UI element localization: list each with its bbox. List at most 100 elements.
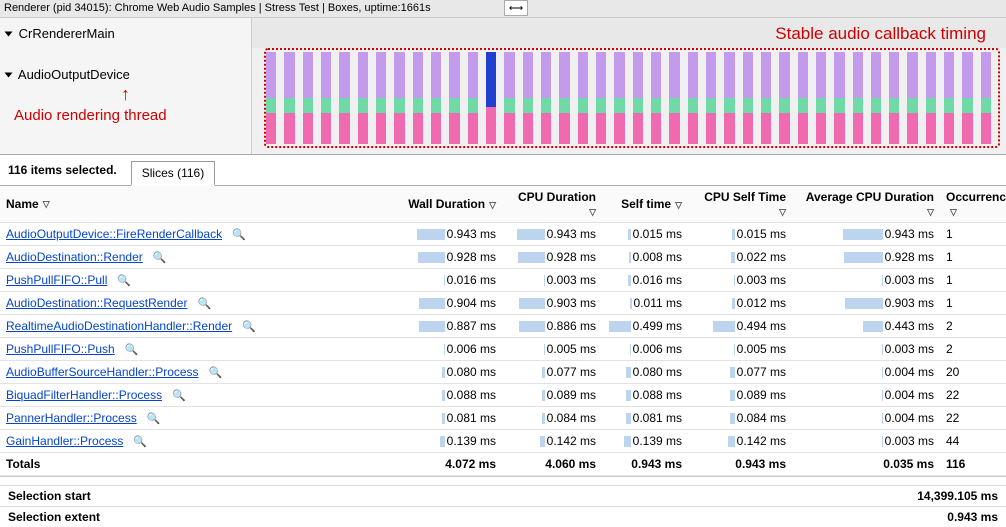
timeline-bar[interactable] xyxy=(743,52,753,144)
cell-self-time: 0.011 ms xyxy=(602,292,688,314)
timeline-bar[interactable] xyxy=(413,52,423,144)
timeline-bar[interactable] xyxy=(486,52,496,144)
slice-name-link[interactable]: AudioBufferSourceHandler::Process xyxy=(6,365,199,379)
timeline-viz[interactable]: Stable audio callback timing xyxy=(252,18,1006,154)
tab-slices[interactable]: Slices (116) xyxy=(131,161,215,186)
timeline-bar[interactable] xyxy=(779,52,789,144)
timeline-bar[interactable] xyxy=(431,52,441,144)
header-name[interactable]: Name▽ xyxy=(0,193,402,215)
magnifier-icon[interactable]: 🔍 xyxy=(133,435,147,448)
slice-name-link[interactable]: BiquadFilterHandler::Process xyxy=(6,388,162,402)
timeline-bar[interactable] xyxy=(449,52,459,144)
timeline-bar[interactable] xyxy=(339,52,349,144)
magnifier-icon[interactable]: 🔍 xyxy=(125,343,139,356)
timeline-bar[interactable] xyxy=(944,52,954,144)
timeline-bar[interactable] xyxy=(284,52,294,144)
timeline-bar[interactable] xyxy=(596,52,606,144)
cell-wall-duration: 0.887 ms xyxy=(402,315,502,337)
selection-extent-row: Selection extent 0.943 ms xyxy=(0,506,1006,527)
timeline-bar[interactable] xyxy=(798,52,808,144)
cell-self-time: 0.139 ms xyxy=(602,430,688,452)
slice-table: Name▽ Wall Duration▽ CPU Duration▽ Self … xyxy=(0,186,1006,477)
cell-cpu-duration: 0.943 ms xyxy=(502,223,602,245)
cell-self-time: 0.015 ms xyxy=(602,223,688,245)
cell-wall-duration: 0.139 ms xyxy=(402,430,502,452)
table-row: AudioBufferSourceHandler::Process 🔍 0.080 … xyxy=(0,361,1006,384)
magnifier-icon[interactable]: 🔍 xyxy=(153,251,167,264)
cell-self-time: 0.080 ms xyxy=(602,361,688,383)
header-cpu-self-time[interactable]: CPU Self Time▽ xyxy=(688,186,792,222)
timeline-bar[interactable] xyxy=(706,52,716,144)
thread-row-renderer[interactable]: CrRendererMain xyxy=(6,22,245,45)
selection-start-row: Selection start 14,399.105 ms xyxy=(0,485,1006,506)
slice-name-link[interactable]: PannerHandler::Process xyxy=(6,411,137,425)
slice-name-link[interactable]: PushPullFIFO::Pull xyxy=(6,273,107,287)
expand-horizontal-icon[interactable]: ⟷ xyxy=(504,0,528,16)
timeline-bar[interactable] xyxy=(633,52,643,144)
cell-wall-duration: 0.943 ms xyxy=(402,223,502,245)
timeline-bar[interactable] xyxy=(394,52,404,144)
magnifier-icon[interactable]: 🔍 xyxy=(209,366,223,379)
timeline-bar[interactable] xyxy=(468,52,478,144)
timeline-bar[interactable] xyxy=(871,52,881,144)
timeline-bar[interactable] xyxy=(504,52,514,144)
slice-name-link[interactable]: AudioDestination::Render xyxy=(6,250,143,264)
timeline-bar[interactable] xyxy=(266,52,276,144)
timeline-bar[interactable] xyxy=(321,52,331,144)
magnifier-icon[interactable]: 🔍 xyxy=(232,228,246,241)
timeline-bar[interactable] xyxy=(523,52,533,144)
timeline-bar[interactable] xyxy=(541,52,551,144)
timeline-bar[interactable] xyxy=(853,52,863,144)
timeline-bar[interactable] xyxy=(834,52,844,144)
totals-cst: 0.943 ms xyxy=(688,453,792,475)
timeline-bar[interactable] xyxy=(614,52,624,144)
timeline-bar[interactable] xyxy=(651,52,661,144)
timeline-bar[interactable] xyxy=(889,52,899,144)
slice-name-link[interactable]: PushPullFIFO::Push xyxy=(6,342,115,356)
totals-st: 0.943 ms xyxy=(602,453,688,475)
table-row: BiquadFilterHandler::Process🔍0.088 ms0.0… xyxy=(0,384,1006,407)
sort-icon: ▽ xyxy=(43,199,50,210)
cell-wall-duration: 0.016 ms xyxy=(402,269,502,291)
magnifier-icon[interactable]: 🔍 xyxy=(172,389,186,402)
header-cpu-duration[interactable]: CPU Duration▽ xyxy=(502,186,602,222)
header-wall-duration[interactable]: Wall Duration▽ xyxy=(402,193,502,215)
timeline-bar[interactable] xyxy=(962,52,972,144)
timeline-bar[interactable] xyxy=(578,52,588,144)
cell-self-time: 0.499 ms xyxy=(602,315,688,337)
table-row: AudioOutputDevice::FireRenderCallback 🔍 0.… xyxy=(0,223,1006,246)
cell-cpu-duration: 0.886 ms xyxy=(502,315,602,337)
table-row: PannerHandler::Process🔍0.081 ms0.084 ms0… xyxy=(0,407,1006,430)
slice-name-link[interactable]: RealtimeAudioDestinationHandler::Render xyxy=(6,319,232,333)
table-header-row: Name▽ Wall Duration▽ CPU Duration▽ Self … xyxy=(0,186,1006,223)
header-avg-cpu-duration[interactable]: Average CPU Duration▽ xyxy=(792,186,940,222)
header-self-time[interactable]: Self time▽ xyxy=(602,193,688,215)
timeline-bar[interactable] xyxy=(559,52,569,144)
cell-occurrences: 44 xyxy=(940,430,1006,452)
cell-self-time: 0.088 ms xyxy=(602,384,688,406)
timeline-bar[interactable] xyxy=(303,52,313,144)
timeline-bar[interactable] xyxy=(907,52,917,144)
table-row: RealtimeAudioDestinationHandler::Render 🔍… xyxy=(0,315,1006,338)
slice-name-link[interactable]: AudioOutputDevice::FireRenderCallback xyxy=(6,227,222,241)
timeline-bar[interactable] xyxy=(669,52,679,144)
timeline-bar[interactable] xyxy=(688,52,698,144)
magnifier-icon[interactable]: 🔍 xyxy=(117,274,131,287)
timeline-bar[interactable] xyxy=(816,52,826,144)
slice-name-link[interactable]: GainHandler::Process xyxy=(6,434,123,448)
magnifier-icon[interactable]: 🔍 xyxy=(242,320,256,333)
cell-occurrences: 22 xyxy=(940,384,1006,406)
timeline-bar[interactable] xyxy=(981,52,991,144)
cell-cpu-duration: 0.142 ms xyxy=(502,430,602,452)
timeline-bar[interactable] xyxy=(376,52,386,144)
header-occurrences[interactable]: Occurrences▽ xyxy=(940,186,1006,222)
timeline-bar[interactable] xyxy=(724,52,734,144)
magnifier-icon[interactable]: 🔍 xyxy=(197,297,211,310)
magnifier-icon[interactable]: 🔍 xyxy=(147,412,161,425)
thread-row-audio[interactable]: AudioOutputDevice xyxy=(6,63,245,86)
timeline-bar[interactable] xyxy=(926,52,936,144)
timeline-bar[interactable] xyxy=(761,52,771,144)
timeline-bar[interactable] xyxy=(358,52,368,144)
cell-cpu-duration: 0.003 ms xyxy=(502,269,602,291)
slice-name-link[interactable]: AudioDestination::RequestRender xyxy=(6,296,187,310)
